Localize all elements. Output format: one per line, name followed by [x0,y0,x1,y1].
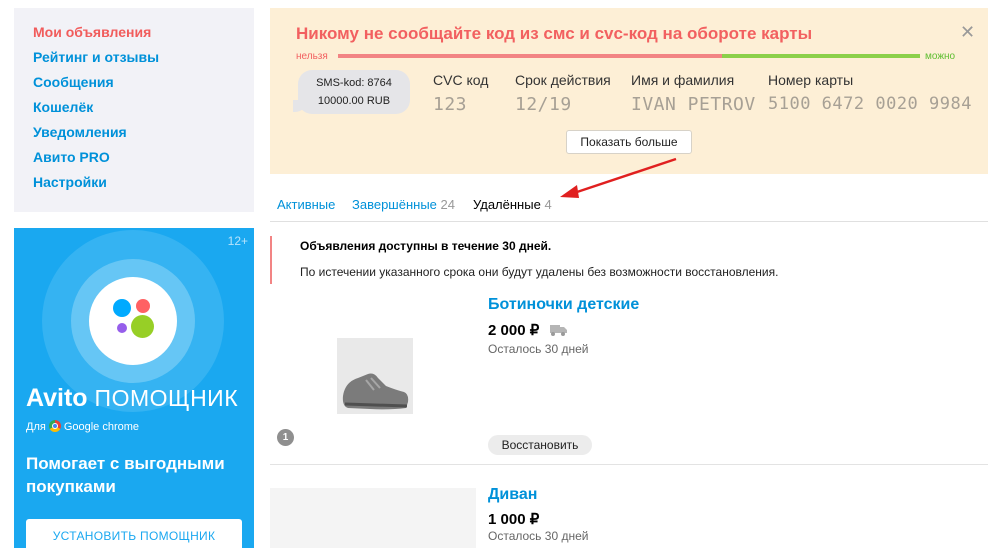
promo-browser-line: Для Google chrome [26,420,140,433]
security-warning: Никому не сообщайте код из смс и cvc-код… [270,8,988,174]
tab-count: 4 [544,197,552,212]
field-value: 5100 6472 0020 9984 [768,94,972,114]
field-name: Имя и фамилия IVAN PETROV [631,72,756,115]
item-photo[interactable] [270,488,476,548]
age-rating: 12+ [227,234,248,248]
chrome-icon [48,420,61,432]
account-sidebar: Мои объявления Рейтинг и отзывы Сообщени… [14,8,254,212]
item-remaining: Осталось 30 дней [488,529,589,543]
notice-text: По истечении указанного срока они будут … [300,265,779,279]
promo-tagline: Помогает с выгодными покупками [26,454,225,496]
deleted-ads-notice: Объявления доступны в течение 30 дней. П… [270,236,988,284]
tab-deleted[interactable]: Удалённые 4 [473,197,552,212]
scale-bad-segment [338,54,723,58]
field-card-number: Номер карты 5100 6472 0020 9984 [768,72,972,114]
sidebar-item-wallet[interactable]: Кошелёк [33,99,93,115]
photo-count-badge: 1 [277,429,294,446]
field-value: 12/19 [515,94,572,115]
field-expiry: Срок действия 12/19 [515,72,611,115]
safety-scale [338,54,920,58]
tab-active[interactable]: Активные [277,197,335,212]
sidebar-item-notifications[interactable]: Уведомления [33,124,127,140]
item-remaining: Осталось 30 дней [488,342,589,356]
sms-amount: 10000.00 RUB [317,95,391,107]
warning-title: Никому не сообщайте код из смс и cvc-код… [296,24,813,43]
restore-button[interactable]: Восстановить [488,435,592,455]
notice-heading: Объявления доступны в течение 30 дней. [300,239,552,253]
install-helper-button[interactable]: УСТАНОВИТЬ ПОМОЩНИК [26,519,242,548]
list-item: Диван 1 000 ₽ Осталось 30 дней [270,484,988,548]
scale-good-segment [722,54,920,58]
promo-brand: Avito ПОМОЩНИК [26,384,239,412]
field-label: CVC код [433,72,489,88]
item-photo[interactable] [270,290,476,464]
item-title[interactable]: Диван [488,486,537,504]
list-item: 1 Ботиночки детские 2 000 ₽ Осталось 30 … [270,290,988,464]
field-cvc: CVC код 123 [433,72,488,115]
field-value: 123 [433,94,468,115]
tab-finished[interactable]: Завершённые 24 [352,197,455,212]
field-label: Номер карты [768,72,854,88]
sidebar-item-messages[interactable]: Сообщения [33,74,114,90]
sidebar-item-settings[interactable]: Настройки [33,174,107,190]
sidebar-item-my-ads[interactable]: Мои объявления [33,24,151,40]
sidebar-item-rating[interactable]: Рейтинг и отзывы [33,49,159,65]
sidebar-item-avito-pro[interactable]: Авито PRO [33,149,110,165]
sms-code: SMS-kod: 8764 [316,77,392,89]
scale-label-good: можно [925,51,956,62]
field-label: Срок действия [515,72,611,88]
field-label: Имя и фамилия [631,72,735,88]
close-icon[interactable]: ✕ [960,22,975,43]
item-title[interactable]: Ботиночки детские [488,296,639,314]
item-price: 2 000 ₽ [488,322,540,339]
list-divider [270,464,988,465]
sms-bubble: SMS-kod: 8764 10000.00 RUB [293,70,410,114]
avito-helper-banner[interactable]: 12+ Avito ПОМОЩНИК Для Google chrome Помо… [14,228,254,548]
tab-count: 24 [440,197,455,212]
shoe-image [337,338,413,414]
scale-label-bad: нельзя [296,51,328,62]
avito-logo-icon [89,277,177,365]
item-price-row: 2 000 ₽ [488,321,568,340]
field-value: IVAN PETROV [631,94,756,115]
item-price: 1 000 ₽ [488,511,540,528]
truck-icon [549,325,567,336]
ads-tabs: Активные Завершённые 24 Удалённые 4 [270,197,988,222]
show-more-button[interactable]: Показать больше [566,130,692,154]
